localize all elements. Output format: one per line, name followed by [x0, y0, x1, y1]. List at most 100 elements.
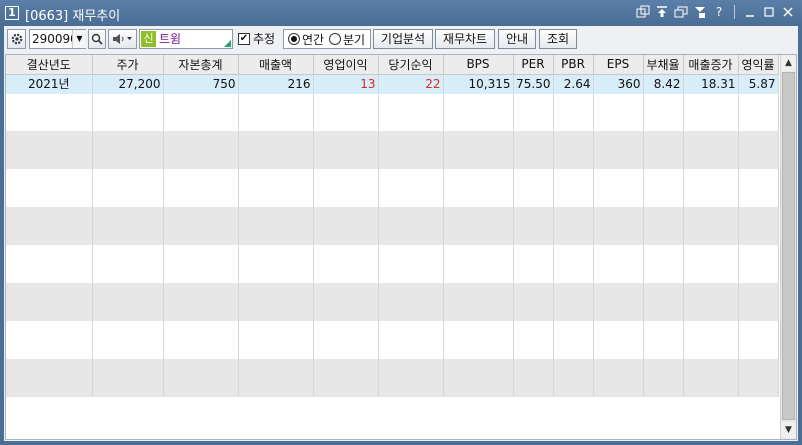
col-header-revenue[interactable]: 매출액	[238, 55, 314, 75]
col-header-operating-profit[interactable]: 영업이익	[313, 55, 379, 75]
table-cell	[683, 188, 739, 207]
table-cell	[6, 131, 93, 150]
cell-year: 2021년	[6, 74, 93, 94]
table-row[interactable]: 2021년 27,200 750 216 13 22 10,315 75.50 …	[6, 74, 779, 94]
table-cell	[92, 378, 164, 397]
help-icon[interactable]: ?	[711, 4, 727, 20]
chevron-down-icon[interactable]: ▼	[72, 30, 86, 48]
table-cell	[553, 169, 594, 188]
table-cell	[6, 283, 93, 302]
table-row[interactable]	[6, 150, 779, 169]
link-window-icon[interactable]	[635, 4, 651, 20]
table-cell	[443, 188, 514, 207]
table-cell	[92, 131, 164, 150]
col-header-eps[interactable]: EPS	[593, 55, 644, 75]
pin-top-icon[interactable]	[654, 4, 670, 20]
table-cell	[6, 321, 93, 340]
table-cell	[683, 340, 739, 359]
table-cell	[683, 207, 739, 226]
table-cell	[378, 207, 444, 226]
table-cell	[238, 207, 314, 226]
table-cell	[238, 340, 314, 359]
table-cell	[163, 93, 239, 112]
table-cell	[513, 169, 554, 188]
table-row[interactable]	[6, 283, 779, 302]
table-cell	[553, 112, 594, 131]
table-cell	[313, 112, 379, 131]
radio-annual[interactable]	[288, 33, 300, 45]
table-cell	[313, 264, 379, 283]
table-row[interactable]	[6, 302, 779, 321]
estimate-checkbox[interactable]: ✔	[238, 33, 250, 45]
table-row[interactable]	[6, 359, 779, 378]
table-row[interactable]	[6, 169, 779, 188]
table-row[interactable]	[6, 188, 779, 207]
table-cell	[6, 340, 93, 359]
cell-revenue-growth: 18.31	[683, 74, 739, 94]
settings-button[interactable]	[7, 29, 26, 49]
col-header-per[interactable]: PER	[513, 55, 554, 75]
table-cell	[738, 302, 779, 321]
table-cell	[553, 207, 594, 226]
stock-name-field[interactable]: 신 트윔	[139, 29, 233, 49]
search-icon	[91, 33, 103, 48]
table-cell	[738, 150, 779, 169]
cell-total-equity: 750	[163, 74, 239, 94]
restore-icon[interactable]	[673, 4, 689, 20]
table-cell	[443, 245, 514, 264]
col-header-operating-margin[interactable]: 영익률	[738, 55, 779, 75]
table-cell	[378, 378, 444, 397]
table-cell	[513, 321, 554, 340]
table-cell	[593, 302, 644, 321]
table-cell	[92, 93, 164, 112]
query-button[interactable]: 조회	[539, 29, 577, 49]
scroll-thumb[interactable]	[782, 72, 795, 420]
table-cell	[6, 226, 93, 245]
speaker-icon	[112, 34, 134, 48]
close-icon[interactable]	[780, 4, 796, 20]
table-cell	[6, 169, 93, 188]
table-row[interactable]	[6, 264, 779, 283]
settings-lock-icon[interactable]	[692, 4, 708, 20]
col-header-bps[interactable]: BPS	[443, 55, 514, 75]
table-row[interactable]	[6, 131, 779, 150]
col-header-total-equity[interactable]: 자본총계	[163, 55, 239, 75]
table-row[interactable]	[6, 112, 779, 131]
table-cell	[643, 207, 684, 226]
table-row[interactable]	[6, 378, 779, 397]
table-cell	[513, 112, 554, 131]
scroll-up-icon[interactable]: ▲	[781, 55, 796, 71]
table-row[interactable]	[6, 226, 779, 245]
window-number: 1	[5, 6, 19, 20]
minimize-icon[interactable]	[742, 4, 758, 20]
col-header-year[interactable]: 결산년도	[6, 55, 93, 75]
table-cell	[683, 112, 739, 131]
table-row[interactable]	[6, 321, 779, 340]
radio-quarter[interactable]	[329, 33, 341, 45]
vertical-scrollbar[interactable]: ▲ ▼	[780, 55, 796, 439]
table-cell	[378, 169, 444, 188]
maximize-icon[interactable]	[761, 4, 777, 20]
search-button[interactable]	[88, 29, 106, 49]
table-cell	[238, 188, 314, 207]
col-header-pbr[interactable]: PBR	[553, 55, 594, 75]
table-cell	[313, 169, 379, 188]
table-row[interactable]	[6, 245, 779, 264]
table-row[interactable]	[6, 340, 779, 359]
table-cell	[513, 283, 554, 302]
guide-button[interactable]: 안내	[498, 29, 536, 49]
company-analysis-button[interactable]: 기업분석	[373, 29, 433, 49]
financial-chart-button[interactable]: 재무차트	[435, 29, 495, 49]
col-header-net-income[interactable]: 당기순익	[378, 55, 444, 75]
table-cell	[92, 150, 164, 169]
col-header-debt-ratio[interactable]: 부채율	[643, 55, 684, 75]
table-row[interactable]	[6, 93, 779, 112]
scroll-down-icon[interactable]: ▼	[781, 422, 796, 438]
header-row: 결산년도 주가 자본총계 매출액 영업이익 당기순익 BPS PER PBR E…	[6, 55, 779, 75]
table-cell	[313, 359, 379, 378]
speaker-button[interactable]	[108, 29, 137, 49]
cell-operating-margin: 5.87	[738, 74, 779, 94]
table-row[interactable]	[6, 207, 779, 226]
col-header-revenue-growth[interactable]: 매출증가	[683, 55, 739, 75]
col-header-price[interactable]: 주가	[92, 55, 164, 75]
